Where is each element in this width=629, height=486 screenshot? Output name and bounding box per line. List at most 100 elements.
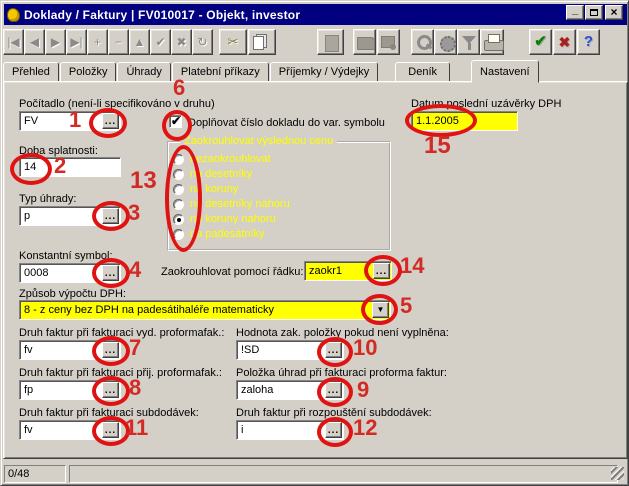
radio-button-icon[interactable]	[173, 154, 184, 165]
druh-rozpousteni-label: Druh faktur při rozpouštění subdodávek:	[236, 407, 432, 419]
cut-icon: ✂	[220, 30, 246, 54]
add-record-icon: +	[88, 30, 107, 54]
zpusob-dph-dropdown-button[interactable]: ▼	[372, 302, 389, 318]
radio-option-label: na koruny	[190, 183, 238, 195]
tab-strip: PřehledPoložkyÚhradyPlatební příkazyPříj…	[3, 59, 628, 82]
radio-button-icon[interactable]	[173, 199, 184, 210]
pocitadlo-field[interactable]: FV ...	[19, 111, 121, 131]
refresh-button[interactable]: ↻	[192, 29, 213, 55]
delete-record-button[interactable]: −	[108, 29, 129, 55]
edit-record-button[interactable]: ▲	[129, 29, 150, 55]
radio-option-label: na koruny nahoru	[190, 213, 276, 225]
search-button[interactable]	[411, 29, 434, 55]
druh-prij-proforma-browse-button[interactable]: ...	[102, 382, 119, 398]
druh-subdodavky-label: Druh faktur při fakturaci subdodávek:	[19, 407, 199, 419]
post-record-button[interactable]: ✔	[150, 29, 171, 55]
datum-uzaverky-label: Datum poslední uzávěrky DPH	[411, 98, 561, 110]
cancel-x-button[interactable]: ✖	[553, 29, 576, 55]
radio-button-icon[interactable]	[173, 184, 184, 195]
typ-uhrady-browse-button[interactable]: ...	[102, 208, 119, 224]
settings-gear-button[interactable]	[434, 29, 457, 55]
filter-icon	[458, 30, 479, 54]
hodnota-zak-browse-button[interactable]: ...	[325, 342, 342, 358]
tab-den-k[interactable]: Deník	[395, 62, 450, 82]
print-button[interactable]	[480, 29, 504, 55]
typ-uhrady-field[interactable]: p ...	[19, 206, 121, 226]
druh-vyd-proforma-browse-button[interactable]: ...	[102, 342, 119, 358]
nav-next-button[interactable]: ▶	[45, 29, 66, 55]
settings-gear-icon	[435, 30, 456, 54]
tab-platebn-p-kazy[interactable]: Platební příkazy	[172, 62, 269, 82]
druh-subdodavky-field[interactable]: fv ...	[19, 420, 121, 440]
export-folder-button[interactable]	[353, 29, 376, 55]
polozka-uhrad-field[interactable]: zaloha ...	[236, 380, 344, 400]
datum-uzaverky-field[interactable]: 1.1.2005	[411, 111, 518, 131]
maximize-icon	[590, 9, 598, 16]
radio-button-icon[interactable]	[173, 229, 184, 240]
radio-option-label: na desetníky nahoru	[190, 198, 290, 210]
nav-first-button[interactable]: |◀	[3, 29, 24, 55]
druh-subdodavky-browse-button[interactable]: ...	[102, 422, 119, 438]
zaokrouhlovat-radkem-browse-button[interactable]: ...	[373, 263, 390, 279]
konstantni-symbol-field[interactable]: 0008 ...	[19, 263, 121, 283]
konstantni-symbol-browse-button[interactable]: ...	[102, 265, 119, 281]
druh-rozpousteni-browse-button[interactable]: ...	[325, 422, 342, 438]
radio-option-label: na padesátníky	[190, 228, 265, 240]
rounding-group-title: Zaokrouhlovat výslednou cenu	[180, 135, 337, 147]
nav-last-icon: ▶|	[67, 30, 86, 54]
resize-grip[interactable]	[611, 467, 624, 480]
ok-check-icon: ✔	[530, 30, 551, 54]
doplnovat-checkbox[interactable]: ✔	[169, 115, 182, 128]
print-icon	[481, 30, 503, 54]
minimize-button[interactable]: _	[566, 5, 584, 20]
close-button[interactable]: ×	[605, 5, 623, 20]
tab-polo-ky[interactable]: Položky	[60, 62, 117, 82]
help-icon: ?	[578, 30, 599, 54]
window-title: Doklady / Faktury | FV010017 - Objekt, i…	[24, 8, 300, 22]
import-folder-icon	[378, 30, 399, 54]
nav-last-button[interactable]: ▶|	[66, 29, 87, 55]
tab-p-ehled[interactable]: Přehled	[3, 62, 59, 82]
maximize-button[interactable]	[585, 5, 603, 20]
zaokrouhlovat-radkem-field[interactable]: zaokr1 ...	[304, 261, 392, 281]
tab-nastaven-[interactable]: Nastavení	[471, 60, 539, 83]
radio-button-icon[interactable]	[173, 214, 184, 225]
nav-prev-button[interactable]: ◀	[24, 29, 45, 55]
druh-prij-proforma-field[interactable]: fp ...	[19, 380, 121, 400]
radio-option-label: na desetníky	[190, 168, 252, 180]
cut-button[interactable]: ✂	[219, 29, 247, 55]
doplnovat-label: Doplňovat číslo dokladu do var. symbolu	[188, 117, 385, 129]
hodnota-zak-field[interactable]: !SD ...	[236, 340, 344, 360]
ok-check-button[interactable]: ✔	[529, 29, 552, 55]
pocitadlo-browse-button[interactable]: ...	[102, 113, 119, 129]
zpusob-dph-dropdown[interactable]: 8 - z ceny bez DPH na padesátihaléře mat…	[19, 300, 391, 320]
check-icon: ✔	[171, 114, 181, 128]
zpusob-dph-value: 8 - z ceny bez DPH na padesátihaléře mat…	[24, 304, 388, 317]
radio-button-icon[interactable]	[173, 169, 184, 180]
druh-vyd-proforma-label: Druh faktur při fakturaci vyd. proformaf…	[19, 327, 224, 339]
import-folder-button[interactable]	[377, 29, 400, 55]
paste-button[interactable]	[317, 29, 344, 55]
nav-next-icon: ▶	[46, 30, 65, 54]
doba-splatnosti-field[interactable]: 14	[19, 157, 121, 177]
tab--hrady[interactable]: Úhrady	[117, 62, 170, 82]
druh-rozpousteni-field[interactable]: i ...	[236, 420, 344, 440]
druh-vyd-proforma-field[interactable]: fv ...	[19, 340, 121, 360]
druh-prij-proforma-label: Druh faktur při fakturaci přij. proforma…	[19, 367, 222, 379]
polozka-uhrad-browse-button[interactable]: ...	[325, 382, 342, 398]
post-record-icon: ✔	[151, 30, 170, 54]
app-window: Doklady / Faktury | FV010017 - Objekt, i…	[0, 0, 629, 486]
filter-button[interactable]	[457, 29, 480, 55]
tab-p-jemky-v-dejky[interactable]: Příjemky / Výdejky	[270, 62, 378, 82]
zpusob-dph-label: Způsob výpočtu DPH:	[19, 288, 126, 300]
copy-icon	[249, 30, 275, 54]
cancel-record-button[interactable]: ✖	[171, 29, 192, 55]
status-message-panel	[69, 465, 618, 483]
hodnota-zak-label: Hodnota zak. položky pokud není vyplněna…	[236, 327, 449, 339]
pocitadlo-label: Počítadlo (není-li specifikováno v druhu…	[19, 98, 215, 110]
paste-icon	[318, 30, 343, 54]
copy-button[interactable]	[248, 29, 276, 55]
help-button[interactable]: ?	[577, 29, 600, 55]
add-record-button[interactable]: +	[87, 29, 108, 55]
chevron-down-icon: ▼	[377, 305, 385, 314]
